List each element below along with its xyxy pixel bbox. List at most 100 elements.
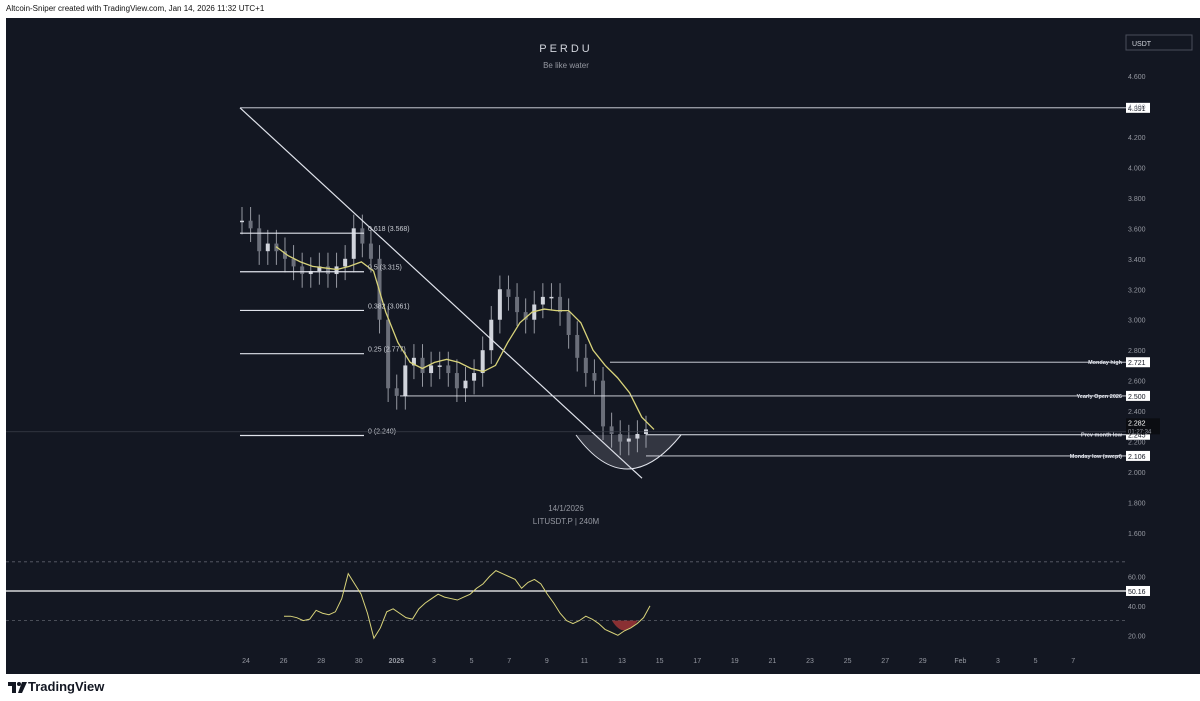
- candle-body: [360, 228, 365, 244]
- candle-body: [386, 319, 391, 389]
- rsi-tick-label: 20.00: [1128, 633, 1146, 640]
- candle-body: [403, 365, 408, 396]
- top-attribution-bar: Altcoin-Sniper created with TradingView.…: [0, 0, 1200, 18]
- x-tick-label: 5: [470, 658, 474, 665]
- price-tick-label: 4.400: [1128, 104, 1146, 111]
- fib-level-label: 0.5 (3.315): [368, 265, 402, 272]
- x-tick-label: 23: [806, 658, 814, 665]
- candle-body: [343, 258, 348, 267]
- candle-body: [437, 365, 442, 367]
- candle-body: [583, 357, 588, 374]
- key-level-label: Yearly Open 2026: [1076, 394, 1122, 400]
- candle-body: [248, 220, 253, 229]
- x-tick-label: 28: [317, 658, 325, 665]
- fib-level-label: 0.382 (3.061): [368, 303, 410, 310]
- candle-body: [429, 365, 434, 374]
- rounded-bottom-arc: [575, 434, 682, 470]
- candle-body: [334, 266, 339, 275]
- candle-body: [506, 289, 511, 297]
- price-tick-label: 2.800: [1128, 348, 1146, 355]
- candle-body: [300, 266, 305, 275]
- price-tag-text: 2.106: [1128, 454, 1146, 461]
- last-price-countdown: 01:27:34: [1128, 429, 1152, 435]
- candle-body: [420, 357, 425, 374]
- x-tick-label: 15: [656, 658, 664, 665]
- price-tick-label: 3.800: [1128, 196, 1146, 203]
- price-tick-label: 2.600: [1128, 379, 1146, 386]
- candle-body: [575, 334, 580, 358]
- candle-body: [566, 312, 571, 335]
- candle-body: [515, 296, 520, 313]
- date-annotation: 14/1/2026: [548, 504, 584, 513]
- rsi-tick-label: 40.00: [1128, 604, 1146, 611]
- chart-subtitle: Be like water: [543, 61, 589, 70]
- fib-level-label: 0.618 (3.568): [368, 226, 410, 233]
- x-tick-label: 25: [844, 658, 852, 665]
- price-tag-text: 2.721: [1128, 360, 1146, 367]
- price-tick-label: 3.200: [1128, 287, 1146, 294]
- x-tick-label: 24: [242, 658, 250, 665]
- price-tick-label: 2.200: [1128, 440, 1146, 447]
- price-tick-label: 3.400: [1128, 257, 1146, 264]
- candle-body: [601, 380, 606, 427]
- symbol-annotation: LITUSDT.P | 240M: [533, 517, 600, 526]
- x-tick-label: 3: [432, 658, 436, 665]
- candle-body: [558, 296, 563, 313]
- tradingview-brand: TradingView: [28, 679, 105, 694]
- x-tick-label: 5: [1034, 658, 1038, 665]
- attribution-text: Altcoin-Sniper created with TradingView.…: [6, 4, 265, 13]
- x-tick-label: 19: [731, 658, 739, 665]
- x-tick-label: 2026: [389, 658, 405, 665]
- key-level-label: Monday high: [1088, 360, 1123, 366]
- last-price-value: 2.282: [1128, 420, 1146, 427]
- candle-body: [549, 296, 554, 299]
- candle-body: [472, 373, 477, 381]
- x-tick-label: 9: [545, 658, 549, 665]
- price-tick-label: 3.000: [1128, 318, 1146, 325]
- price-tick-label: 4.000: [1128, 165, 1146, 172]
- x-tick-label: 13: [618, 658, 626, 665]
- candle-body: [368, 243, 373, 259]
- candle-body: [463, 380, 468, 389]
- trendline: [239, 107, 643, 479]
- x-tick-label: 29: [919, 658, 927, 665]
- candle-body: [394, 388, 399, 396]
- price-tick-label: 4.600: [1128, 74, 1146, 81]
- candle-body: [489, 319, 494, 351]
- candle-body: [240, 220, 244, 223]
- tradingview-logo-icon: [8, 682, 27, 693]
- candle-body: [480, 350, 485, 374]
- price-tick-label: 4.200: [1128, 135, 1146, 142]
- candle-body: [592, 373, 597, 381]
- x-tick-label: 3: [996, 658, 1000, 665]
- x-tick-label: Feb: [954, 658, 966, 665]
- x-tick-label: 7: [1071, 658, 1075, 665]
- x-tick-label: 21: [769, 658, 777, 665]
- currency-label: USDT: [1132, 41, 1152, 48]
- key-level-label: Monday low (swept): [1070, 454, 1122, 460]
- footer-bar: TradingView: [0, 674, 1200, 701]
- candle-body: [540, 296, 545, 305]
- price-tick-label: 3.600: [1128, 226, 1146, 233]
- price-tick-label: 1.600: [1128, 531, 1146, 538]
- key-level-label: Prev month low: [1081, 433, 1123, 439]
- candle-body: [257, 228, 262, 252]
- candle-body: [497, 289, 502, 320]
- price-tick-label: 2.400: [1128, 409, 1146, 416]
- candle-body: [291, 258, 296, 267]
- candle-body: [265, 243, 270, 252]
- rsi-line: [284, 570, 651, 640]
- x-tick-label: 7: [507, 658, 511, 665]
- price-tick-label: 1.800: [1128, 501, 1146, 508]
- x-tick-label: 27: [881, 658, 889, 665]
- x-tick-label: 30: [355, 658, 363, 665]
- fib-level-label: 0.25 (2.777): [368, 347, 406, 354]
- price-chart[interactable]: PERDU Be like water USDT 14/1/2026 LITUS…: [6, 18, 1200, 674]
- price-tag-text: 2.500: [1128, 394, 1146, 401]
- x-tick-label: 11: [581, 658, 588, 665]
- candle-body: [454, 373, 459, 389]
- chart-title: PERDU: [539, 43, 593, 55]
- rsi-tag-text: 50.16: [1128, 589, 1146, 596]
- price-tick-label: 2.000: [1128, 470, 1146, 477]
- chart-area[interactable]: PERDU Be like water USDT 14/1/2026 LITUS…: [6, 18, 1200, 674]
